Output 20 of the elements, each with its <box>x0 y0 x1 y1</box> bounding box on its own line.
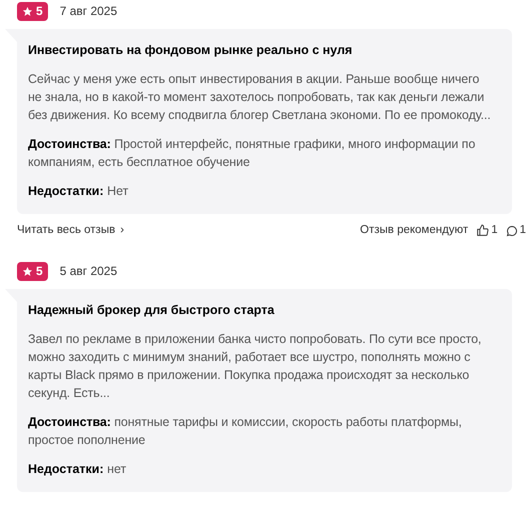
review-text: Сейчас у меня уже есть опыт инвестирования в акции. Раньше вообще ничего не знала, но в какой-то момент захотелось попробовать, так как деньги лежали без движения. Ко всему сподвигла блогер Светлана экономи. По ее промокоду... <box>28 71 492 124</box>
pros-text: Достоинства: понятные тарифы и комиссии, скорость работы платформы, простое пополнение <box>28 414 463 450</box>
review-date: 7 авг 2025 <box>60 3 118 20</box>
review-date: 5 авг 2025 <box>60 263 118 280</box>
review-title: Надежный брокер для быстрого старта <box>28 302 276 320</box>
star-icon <box>22 6 33 16</box>
read-more-link[interactable]: Читать весь отзыв › <box>17 222 124 240</box>
rating-badge: 5 <box>17 262 48 281</box>
like-button[interactable]: 1 <box>476 222 498 240</box>
review-title: Инвестировать на фондовом рынке реально с нуля <box>28 42 354 59</box>
speech-bubble-icon <box>506 224 518 237</box>
review-text: Завел по рекламе в приложении банка чисто попробовать. По сути все просто, можно заходить с минимум знаний, работает все шустро, пополнять можно с карты Black прямо в приложении. Покупка продажа происходят за несколько секунд. Есть... <box>28 331 482 402</box>
star-icon <box>22 266 33 277</box>
recommend-label: Отзыв рекомендуют <box>360 223 468 238</box>
thumbs-up-icon <box>476 224 490 238</box>
pros-text: Достоинства: Простой интерфейс, понятные графики, много информации по компаниям, есть бесплатное обучение <box>28 136 476 171</box>
comment-button[interactable]: 1 <box>506 222 526 240</box>
rating-badge: 5 <box>17 2 48 20</box>
cons-text: Недостатки: нет <box>28 461 128 478</box>
cons-text: Недостатки: Нет <box>28 183 130 200</box>
